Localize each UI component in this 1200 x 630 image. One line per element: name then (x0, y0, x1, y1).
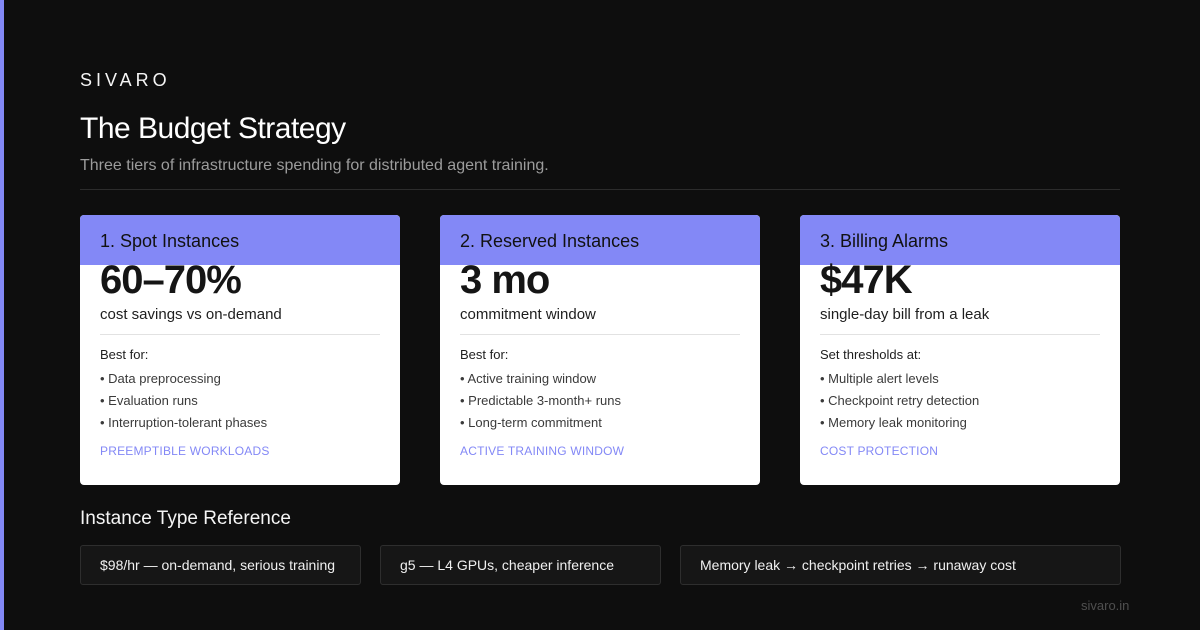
list-item: • Checkpoint retry detection (820, 393, 980, 408)
reference-chip-g5: g5 — L4 GPUs, cheaper inference (380, 545, 661, 585)
footer-url: sivaro.in (1081, 598, 1130, 613)
list-item: • Active training window (460, 371, 597, 386)
list-item: • Interruption-tolerant phases (100, 415, 268, 430)
page-title: The Budget Strategy (80, 112, 346, 145)
card-metric-label: commitment window (460, 306, 596, 323)
list-item: • Long-term commitment (460, 415, 602, 430)
list-item: • Memory leak monitoring (820, 415, 967, 430)
card-billing-alarms: 3. Billing Alarms $47K single-day bill f… (800, 215, 1120, 485)
accent-bar (0, 0, 4, 630)
header-divider (80, 189, 1120, 190)
card-list: • Active training window • Predictable 3… (460, 368, 621, 434)
card-list: • Data preprocessing • Evaluation runs •… (100, 368, 267, 434)
reference-title: Instance Type Reference (80, 508, 291, 529)
card-list-title: Set thresholds at: (820, 347, 922, 362)
reference-chip-memory-leak: Memory leak → checkpoint retries → runaw… (680, 545, 1121, 585)
card-metric-label: single-day bill from a leak (820, 306, 990, 323)
card-tag: PREEMPTIBLE WORKLOADS (100, 444, 270, 458)
card-list-title: Best for: (100, 347, 149, 362)
card-divider (820, 334, 1100, 335)
card-tag: COST PROTECTION (820, 444, 939, 458)
card-reserved-instances: 2. Reserved Instances 3 mo commitment wi… (440, 215, 760, 485)
card-list: • Multiple alert levels • Checkpoint ret… (820, 368, 979, 434)
list-item: • Predictable 3-month+ runs (460, 393, 621, 408)
card-divider (100, 334, 380, 335)
card-metric: 60–70% (100, 258, 242, 302)
page-subtitle: Three tiers of infrastructure spending f… (80, 157, 549, 174)
card-metric: 3 mo (460, 258, 550, 302)
list-item: • Multiple alert levels (820, 371, 939, 386)
reference-chip-on-demand: $98/hr — on-demand, serious training (80, 545, 361, 585)
list-item: • Data preprocessing (100, 371, 221, 386)
brand-logo: SIVARO (80, 70, 171, 90)
card-divider (460, 334, 740, 335)
card-metric-label: cost savings vs on-demand (100, 306, 282, 323)
card-list-title: Best for: (460, 347, 509, 362)
card-spot-instances: 1. Spot Instances 60–70% cost savings vs… (80, 215, 400, 485)
card-metric: $47K (820, 258, 913, 302)
card-tag: ACTIVE TRAINING WINDOW (460, 444, 625, 458)
list-item: • Evaluation runs (100, 393, 198, 408)
